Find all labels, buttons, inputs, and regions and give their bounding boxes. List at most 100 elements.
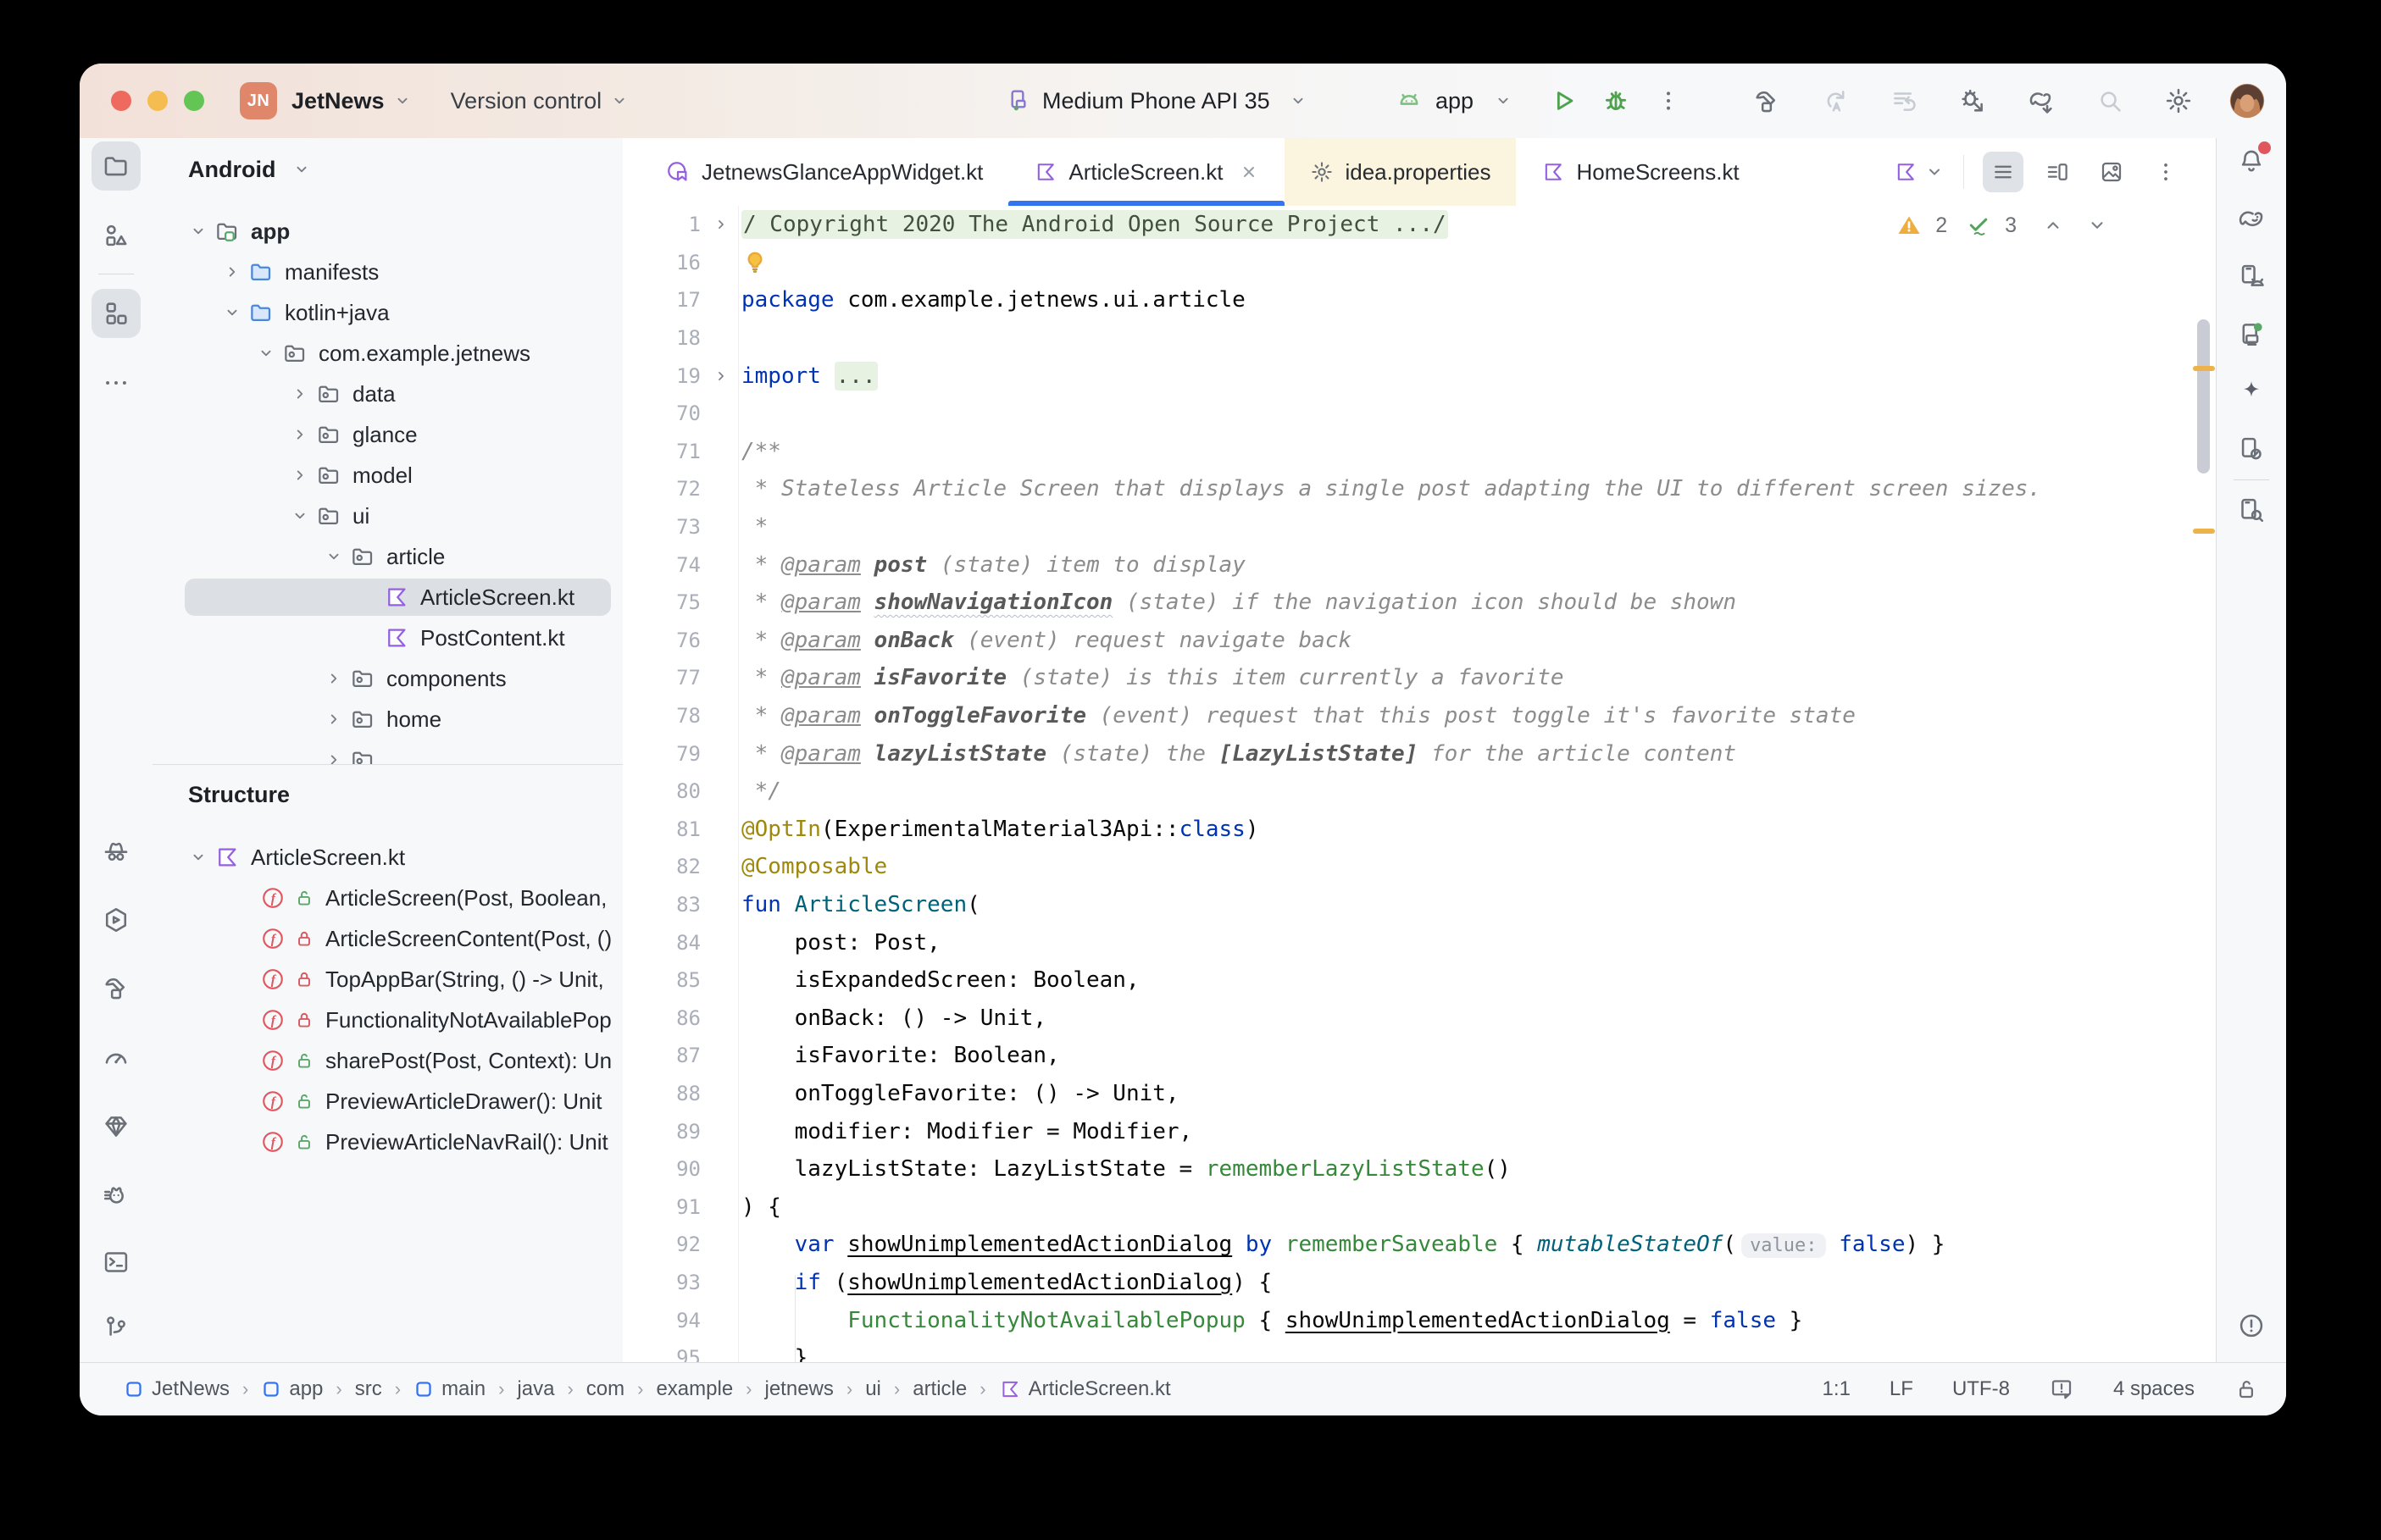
chevron-right-icon[interactable]	[286, 421, 314, 448]
indent-setting[interactable]: 4 spaces	[2113, 1377, 2195, 1401]
code-line-86[interactable]: 86 onBack: () -> Unit,	[623, 999, 2217, 1037]
breadcrumb-item-ui[interactable]: ui	[865, 1377, 881, 1401]
structure-function[interactable]: fPreviewArticleDrawer(): Unit	[153, 1081, 623, 1122]
chevron-right-icon[interactable]	[320, 746, 347, 764]
previous-problem-chevron-up-icon[interactable]	[2042, 214, 2064, 236]
search-icon[interactable]	[2090, 80, 2130, 121]
breadcrumb-item-example[interactable]: example	[656, 1377, 733, 1401]
tab-idea-properties[interactable]: idea.properties	[1285, 138, 1516, 206]
code-line-73[interactable]: 73 *	[623, 508, 2217, 546]
chevron-right-icon[interactable]	[320, 665, 347, 692]
more-actions-kebab-icon[interactable]	[1648, 80, 1689, 121]
breadcrumb-item-article[interactable]: article	[913, 1377, 967, 1401]
code-line-92[interactable]: 92 var showUnimplementedActionDialog by …	[623, 1226, 2217, 1264]
gemini-icon[interactable]	[2227, 367, 2276, 416]
unlocked-icon[interactable]	[2234, 1377, 2259, 1402]
minimize-button[interactable]	[147, 91, 168, 111]
run-button[interactable]	[1543, 80, 1584, 121]
code-line-94[interactable]: 94 FunctionalityNotAvailablePopup { show…	[623, 1301, 2217, 1339]
undo-stack-icon[interactable]	[1884, 80, 1924, 121]
chevron-down-icon[interactable]	[219, 299, 246, 326]
tree-item[interactable]	[153, 740, 623, 764]
structure-function[interactable]: fArticleScreen(Post, Boolean,	[153, 878, 623, 918]
hidden-tabs-dropdown[interactable]	[1894, 160, 1945, 184]
code-line-87[interactable]: 87 isFavorite: Boolean,	[623, 1037, 2217, 1075]
code-line-85[interactable]: 85 isExpandedScreen: Boolean,	[623, 961, 2217, 1000]
editor-options-kebab-icon[interactable]	[2145, 152, 2186, 192]
gradle-sync-icon[interactable]	[2021, 80, 2062, 121]
code-line-74[interactable]: 74 * @param post (state) item to display	[623, 546, 2217, 584]
structure-function[interactable]: fsharePost(Post, Context): Un	[153, 1040, 623, 1081]
tree-item-postcontent-kt[interactable]: PostContent.kt	[153, 618, 623, 658]
next-problem-chevron-down-icon[interactable]	[2086, 214, 2108, 236]
chevron-down-icon[interactable]	[185, 218, 212, 245]
intention-bulb-icon[interactable]	[741, 249, 769, 276]
warning-stripe-mark[interactable]	[2193, 529, 2215, 534]
problems-icon[interactable]	[2227, 1301, 2276, 1350]
project-view-selector[interactable]: Android	[188, 148, 311, 191]
code-line-82[interactable]: 82@Composable	[623, 848, 2217, 886]
breadcrumb-item-main[interactable]: main	[413, 1377, 486, 1401]
tree-item-app[interactable]: app	[153, 211, 623, 252]
app-inspection-icon[interactable]	[92, 827, 141, 876]
code-line-75[interactable]: 75 * @param showNavigationIcon (state) i…	[623, 584, 2217, 622]
tree-item-article[interactable]: article	[153, 536, 623, 577]
code-line-19[interactable]: 19import ...	[623, 357, 2217, 395]
device-selector[interactable]: Medium Phone API 35	[1005, 64, 1307, 138]
panel-divider[interactable]	[153, 764, 623, 765]
breadcrumb-item-jetnews[interactable]: jetnews	[765, 1377, 834, 1401]
code-line-89[interactable]: 89 modifier: Modifier = Modifier,	[623, 1112, 2217, 1150]
code-line-95[interactable]: 95 }	[623, 1339, 2217, 1363]
structure-function[interactable]: fFunctionalityNotAvailablePop	[153, 1000, 623, 1040]
code-line-71[interactable]: 71/**	[623, 433, 2217, 471]
tree-item-com-example-jetnews[interactable]: com.example.jetnews	[153, 333, 623, 374]
settings-gear-icon[interactable]	[2158, 80, 2199, 121]
code-line-88[interactable]: 88 onToggleFavorite: () -> Unit,	[623, 1075, 2217, 1113]
more-tool-windows-icon[interactable]	[92, 358, 141, 407]
code-line-93[interactable]: 93 if (showUnimplementedActionDialog) {	[623, 1264, 2217, 1302]
gradle-icon[interactable]	[2227, 194, 2276, 243]
scrollbar-thumb[interactable]	[2197, 319, 2210, 474]
code-line-17[interactable]: 17package com.example.jetnews.ui.article	[623, 281, 2217, 319]
fold-marker-icon[interactable]	[701, 368, 741, 385]
attach-debugger-icon[interactable]	[1952, 80, 1993, 121]
code-line-18[interactable]: 18	[623, 319, 2217, 357]
code-line-90[interactable]: 90 lazyListState: LazyListState = rememb…	[623, 1150, 2217, 1188]
structure-function[interactable]: fArticleScreenContent(Post, ()	[153, 918, 623, 959]
code-line-72[interactable]: 72 * Stateless Article Screen that displ…	[623, 470, 2217, 508]
breadcrumb-item-java[interactable]: java	[517, 1377, 554, 1401]
avatar[interactable]	[2227, 80, 2267, 121]
close-button[interactable]	[111, 91, 131, 111]
code-line-16[interactable]: 16	[623, 244, 2217, 282]
warning-stripe-mark[interactable]	[2193, 366, 2215, 371]
tree-item-components[interactable]: components	[153, 658, 623, 699]
build-hammer-icon[interactable]	[1746, 80, 1787, 121]
tree-item-data[interactable]: data	[153, 374, 623, 414]
breadcrumb-item-app[interactable]: app	[261, 1377, 323, 1401]
caret-position[interactable]: 1:1	[1823, 1377, 1851, 1401]
tab-articlescreen-kt[interactable]: ArticleScreen.kt	[1008, 138, 1285, 206]
structure-squares-icon[interactable]	[92, 289, 141, 338]
version-control-menu[interactable]: Version control	[451, 88, 602, 114]
tree-item-articlescreen-kt[interactable]: ArticleScreen.kt	[153, 577, 623, 618]
app-quality-insights-icon[interactable]	[92, 1102, 141, 1151]
code-line-79[interactable]: 79 * @param lazyListState (state) the [L…	[623, 734, 2217, 773]
tab-jetnewsglanceappwidget-kt[interactable]: JetnewsGlanceAppWidget.kt	[640, 138, 1008, 206]
code-line-80[interactable]: 80 */	[623, 773, 2217, 811]
breadcrumb-item-articlescreen-kt[interactable]: ArticleScreen.kt	[999, 1377, 1171, 1401]
terminal-icon[interactable]	[92, 1238, 141, 1287]
chevron-right-icon[interactable]	[219, 258, 246, 285]
code-line-84[interactable]: 84 post: Post,	[623, 923, 2217, 961]
version-control-icon[interactable]	[92, 1303, 141, 1352]
tree-item-model[interactable]: model	[153, 455, 623, 496]
file-encoding[interactable]: UTF-8	[1952, 1377, 2010, 1401]
code-line-81[interactable]: 81@OptIn(ExperimentalMaterial3Api::class…	[623, 811, 2217, 849]
debug-button[interactable]	[1596, 80, 1636, 121]
event-log-icon[interactable]	[2049, 1377, 2074, 1402]
code-line-83[interactable]: 83fun ArticleScreen(	[623, 886, 2217, 924]
device-manager-icon[interactable]	[2227, 252, 2276, 301]
tree-item-home[interactable]: home	[153, 699, 623, 740]
zoom-button[interactable]	[184, 91, 204, 111]
project-folder-icon[interactable]	[92, 141, 141, 191]
editor-view-mode-preview-icon[interactable]	[2091, 152, 2132, 192]
